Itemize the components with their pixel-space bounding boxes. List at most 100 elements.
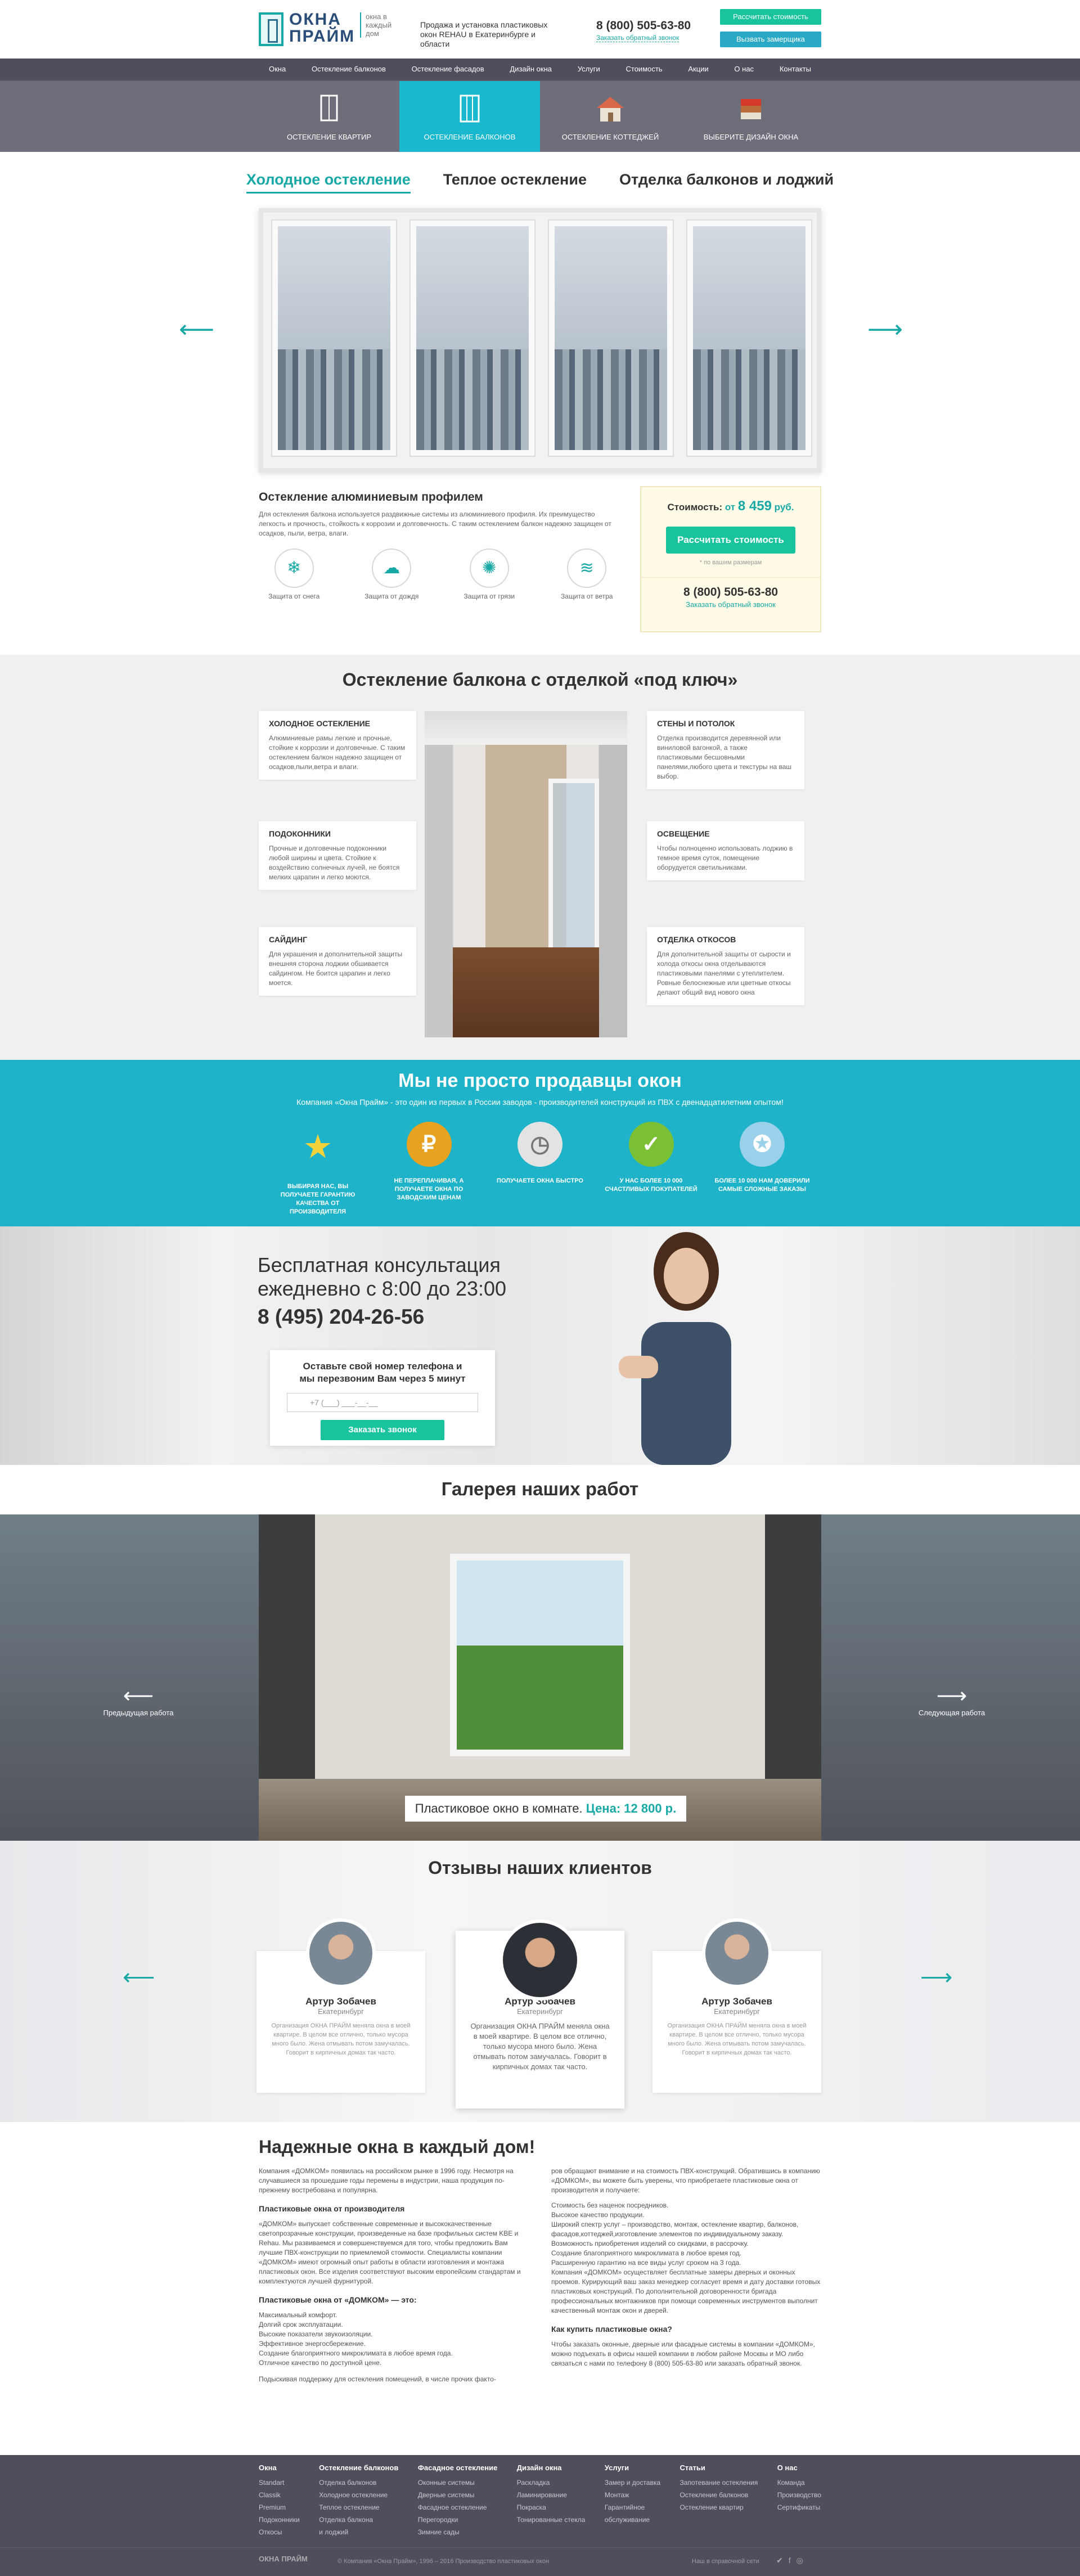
arrow-right-icon: ⟶ — [936, 1684, 968, 1708]
reviews-next-arrow-icon[interactable]: ⟶ — [920, 1964, 952, 1990]
dust-icon: ✺ — [469, 549, 509, 588]
window-pane — [410, 219, 536, 457]
advantages-title: Мы не просто продавцы окон — [398, 1070, 682, 1091]
advantage-item: ₽ НЕ ПЕРЕПЛАЧИВАЯ, А ПОЛУЧАЕТЕ ОКНА ПО ЗА… — [381, 1122, 477, 1216]
product-info: Остекление алюминиевым профилем Для осте… — [259, 491, 619, 600]
reviews-section: Отзывы наших клиентов ⟵ ⟶ Артур Зобачев Е… — [0, 1841, 1080, 2122]
badge-icon: ✪ — [740, 1122, 785, 1167]
nav-item-services[interactable]: Услуги — [578, 59, 600, 80]
balcony-card: СТЕНЫ И ПОТОЛОК Отделка производится дере… — [647, 711, 804, 789]
tab-cold-glazing[interactable]: Холодное остекление — [246, 171, 411, 194]
call-measurer-button[interactable]: Вызвать замерщика — [720, 32, 821, 47]
advantage-item: ◷ ПОЛУЧАЕТЕ ОКНА БЫСТРО — [492, 1122, 588, 1216]
nav-item-design[interactable]: Дизайн окна — [510, 59, 552, 80]
avatar — [500, 1919, 580, 2000]
nav-item-facades[interactable]: Остекление фасадов — [412, 59, 484, 80]
nav-item-contacts[interactable]: Контакты — [780, 59, 811, 80]
header-phone[interactable]: 8 (800) 505-63-80 — [596, 19, 691, 33]
footer-dev[interactable]: Наш в справочной сети — [692, 2558, 759, 2565]
window-pane — [271, 219, 397, 457]
about-title: Надежные окна в каждый дом! — [259, 2137, 536, 2157]
price-calc-button[interactable]: Рассчитать стоимость — [666, 527, 795, 554]
gallery-caption: Пластиковое окно в комнате. Цена: 12 800… — [405, 1796, 686, 1822]
glazing-tabs: Холодное остекление Теплое остекление От… — [0, 171, 1080, 194]
rain-cloud-icon: ☁ — [372, 549, 412, 588]
slider-prev-arrow-icon[interactable]: ⟵ — [179, 315, 214, 344]
window-icon — [320, 95, 338, 122]
snowflake-icon: ❄ — [274, 549, 314, 588]
main-nav: Окна Остекление балконов Остекление фаса… — [0, 59, 1080, 80]
consultation-section: Бесплатная консультация ежедневно с 8:00… — [0, 1226, 1080, 1465]
price-box: Стоимость: от 8 459 руб. Рассчитать стои… — [640, 486, 821, 632]
category-design[interactable]: ВЫБЕРИТЕ ДИЗАЙН ОКНА — [681, 81, 821, 152]
footer-column: Фасадное остекление Оконные системы Дверны… — [417, 2463, 498, 2536]
category-balconies[interactable]: ОСТЕКЛЕНИЕ БАЛКОНОВ — [399, 81, 540, 152]
window-pane — [686, 219, 812, 457]
price-callback-link[interactable]: Заказать обратный звонок — [641, 600, 820, 609]
footer-bottom: ОКНА ПРАЙМ © Компания «Окна Прайм», 1996… — [0, 2547, 1080, 2576]
nav-item-about[interactable]: О нас — [734, 59, 754, 80]
price-phone[interactable]: 8 (800) 505-63-80 — [641, 577, 820, 599]
gallery-next-image[interactable] — [821, 1514, 1080, 1841]
feature-wind: ≋ Защита от ветра — [555, 549, 619, 600]
gallery-main-image: Пластиковое окно в комнате. Цена: 12 800… — [259, 1514, 821, 1841]
category-cottages[interactable]: ОСТЕКЛЕНИЕ КОТТЕДЖЕЙ — [540, 81, 681, 152]
slider-next-arrow-icon[interactable]: ⟶ — [867, 315, 903, 344]
gallery-prev-button[interactable]: ⟵ Предыдущая работа — [93, 1683, 183, 1717]
gallery-next-button[interactable]: ⟶ Следующая работа — [907, 1683, 997, 1717]
callback-form-text: Оставьте свой номер телефона и мы перезв… — [299, 1361, 466, 1384]
facebook-icon[interactable]: f — [789, 2556, 796, 2565]
house-icon — [597, 97, 624, 122]
footer-column: Окна Standart Classik Premium Подоконники Отк… — [259, 2463, 300, 2536]
header-callback-link[interactable]: Заказать обратный звонок — [596, 34, 680, 42]
price-value: 8 459 — [737, 498, 772, 514]
window-image — [259, 208, 821, 473]
balcony-card: ОТДЕЛКА ОТКОСОВ Для дополнительной защиты… — [647, 927, 804, 1005]
calc-cost-button[interactable]: Рассчитать стоимость — [720, 9, 821, 25]
checkmark-icon: ✓ — [628, 1122, 674, 1167]
nav-item-windows[interactable]: Окна — [269, 59, 286, 80]
advantage-item: ★ ВЫБИРАЯ НАС, ВЫ ПОЛУЧАЕТЕ ГАРАНТИЮ КАЧЕ… — [270, 1122, 366, 1216]
color-samples-icon — [741, 99, 761, 119]
instagram-icon[interactable]: ◎ — [796, 2556, 809, 2565]
balcony-card: САЙДИНГ Для украшения и дополнительной за… — [259, 927, 416, 996]
balcony-card: ПОДОКОННИКИ Прочные и долговечные подокон… — [259, 821, 416, 890]
footer-column: О нас Команда Производство Сертификаты — [777, 2463, 821, 2511]
about-section: Надежные окна в каждый дом! Компания «ДО… — [259, 2137, 821, 2384]
order-call-button[interactable]: Заказать звонок — [321, 1420, 444, 1440]
tab-warm-glazing[interactable]: Теплое остекление — [443, 171, 587, 194]
category-apartments[interactable]: ОСТЕКЛЕНИЕ КВАРТИР — [259, 81, 399, 152]
balcony-card: ХОЛОДНОЕ ОСТЕКЛЕНИЕ Алюминиевые рамы легк… — [259, 711, 416, 780]
callback-form: Оставьте свой номер телефона и мы перезв… — [270, 1350, 495, 1446]
clock-icon: ◷ — [518, 1122, 562, 1167]
footer-column: Остекление балконов Отделка балконов Холод… — [319, 2463, 399, 2536]
header-description: Продажа и установка пластиковых окон REH… — [420, 20, 548, 48]
advantage-item: ✪ БОЛЕЕ 10 000 НАМ ДОВЕРИЛИ САМЫЕ СЛОЖНЫЕ… — [714, 1122, 810, 1216]
feature-rain: ☁ Защита от дождя — [360, 549, 424, 600]
site-footer: Окна Standart Classik Premium Подоконники Отк… — [0, 2455, 1080, 2576]
balcony-title: Остекление балкона с отделкой «под ключ» — [342, 669, 738, 690]
footer-logo[interactable]: ОКНА ПРАЙМ — [259, 2555, 308, 2563]
tab-balcony-finishing[interactable]: Отделка балконов и лоджий — [619, 171, 834, 194]
category-label: ВЫБЕРИТЕ ДИЗАЙН ОКНА — [703, 133, 799, 141]
avatar — [702, 1918, 772, 1988]
avatar — [306, 1918, 376, 1988]
bay-window — [450, 1554, 630, 1756]
footer-copyright: © Компания «Окна Прайм», 1996 – 2016 Про… — [338, 2558, 550, 2565]
product-text: Для остекления балкона используется разд… — [259, 510, 611, 537]
window-pane — [548, 219, 674, 457]
price-note: * по вашим размерам — [699, 559, 762, 566]
vk-icon[interactable]: ✔ — [776, 2556, 789, 2565]
phone-input[interactable]: +7 (___) ___-__-__ — [287, 1393, 478, 1412]
coin-icon: ₽ — [406, 1122, 452, 1167]
consult-phone[interactable]: 8 (495) 204-26-56 — [258, 1305, 424, 1329]
category-bar: ОСТЕКЛЕНИЕ КВАРТИР ОСТЕКЛЕНИЕ БАЛКОНОВ О… — [0, 80, 1080, 152]
consult-title: Бесплатная консультация ежедневно с 8:00… — [258, 1253, 507, 1300]
logo[interactable]: ОКНА ПРАЙМ окна в каждый дом — [259, 10, 411, 50]
gallery-prev-image[interactable] — [0, 1514, 259, 1841]
nav-item-promo[interactable]: Акции — [688, 59, 708, 80]
nav-item-cost[interactable]: Стоимость — [626, 59, 663, 80]
about-col-left: Компания «ДОМКОМ» появилась на российско… — [259, 2167, 521, 2383]
reviews-prev-arrow-icon[interactable]: ⟵ — [123, 1964, 155, 1990]
nav-item-balconies[interactable]: Остекление балконов — [312, 59, 386, 80]
